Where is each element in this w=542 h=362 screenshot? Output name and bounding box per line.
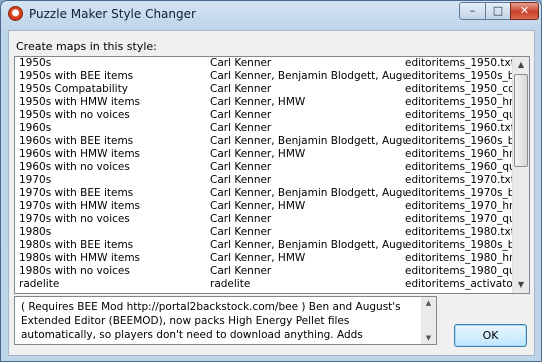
style-author-cell: Carl Kenner	[210, 226, 272, 238]
style-author-cell: Carl Kenner	[210, 57, 272, 69]
style-file-cell: editoritems_1980.txt	[405, 226, 512, 238]
style-changer-window: Puzzle Maker Style Changer – □ ✕ Create …	[0, 0, 542, 362]
scroll-up-arrow-icon[interactable]: ▲	[513, 57, 529, 73]
style-name-cell: 1960s with BEE items	[19, 135, 134, 147]
style-author-cell: Carl Kenner, Benjamin Blodgett, August L…	[210, 239, 406, 251]
style-author-cell: Carl Kenner	[210, 122, 272, 134]
description-scroll-down-icon[interactable]: ▼	[421, 334, 436, 342]
style-author-cell: Carl Kenner, HMW	[210, 148, 306, 160]
style-file-cell: editoritems_1950.txt	[405, 57, 512, 69]
style-description-text: ( Requires BEE Mod http://portal2backsto…	[21, 301, 401, 344]
styles-list-scrollbar[interactable]: ▲ ▼	[512, 57, 529, 293]
style-file-cell: editoritems_1950s_bee	[405, 70, 512, 82]
styles-list-label: Create maps in this style:	[16, 40, 157, 53]
style-author-cell: Carl Kenner	[210, 174, 272, 186]
style-file-cell: editoritems_1980_quie	[405, 265, 512, 277]
style-author-cell: Carl Kenner, HMW	[210, 252, 306, 264]
style-row[interactable]: 1980s with BEE items Carl Kenner, Benjami…	[15, 239, 512, 252]
minimize-button[interactable]: –	[459, 2, 486, 20]
close-button[interactable]: ✕	[510, 2, 539, 20]
style-author-cell: Carl Kenner	[210, 213, 272, 225]
description-scrollbar[interactable]: ▲ ▼	[421, 297, 436, 344]
style-row[interactable]: 1960s with HMW items Carl Kenner, HMW edit…	[15, 148, 512, 161]
style-name-cell: 1980s with BEE items	[19, 239, 134, 251]
style-description-box[interactable]: ( Requires BEE Mod http://portal2backsto…	[14, 296, 437, 345]
style-name-cell: 1950s	[19, 57, 52, 69]
style-row[interactable]: 1980s with HMW items Carl Kenner, HMW edit…	[15, 252, 512, 265]
style-file-cell: editoritems_1970_quie	[405, 213, 512, 225]
style-file-cell: editoritems_activator	[405, 278, 512, 290]
description-scroll-up-icon[interactable]: ▲	[421, 299, 436, 307]
style-name-cell: 1980s with HMW items	[19, 252, 141, 264]
style-row[interactable]: 1950s Compatability Carl Kenner editoritem…	[15, 83, 512, 96]
dialog-client-area: Create maps in this style: 1950s Carl Ken…	[8, 30, 535, 356]
style-name-cell: 1950s with BEE items	[19, 70, 134, 82]
style-author-cell: Carl Kenner, Benjamin Blodgett, August L…	[210, 135, 406, 147]
style-row[interactable]: 1950s with HMW items Carl Kenner, HMW edit…	[15, 96, 512, 109]
style-file-cell: editoritems_1980_hmw	[405, 252, 512, 264]
style-row[interactable]: 1980s Carl Kenner editoritems_1980.txt	[15, 226, 512, 239]
style-author-cell: Carl Kenner, HMW	[210, 200, 306, 212]
style-author-cell: Carl Kenner, Benjamin Blodgett, August L…	[210, 70, 406, 82]
style-file-cell: editoritems_1960_quie	[405, 161, 512, 173]
style-row[interactable]: 1980s with no voices Carl Kenner editorite…	[15, 265, 512, 278]
style-file-cell: editoritems_1970_hmw	[405, 200, 512, 212]
style-file-cell: editoritems_1950_com	[405, 83, 512, 95]
style-author-cell: Carl Kenner, HMW	[210, 96, 306, 108]
style-author-cell: radelite	[210, 278, 251, 290]
style-row[interactable]: 1960s Carl Kenner editoritems_1960.txt	[15, 122, 512, 135]
style-author-cell: Carl Kenner	[210, 265, 272, 277]
scroll-down-arrow-icon[interactable]: ▼	[513, 277, 529, 293]
style-name-cell: 1970s	[19, 174, 52, 186]
styles-rows: 1950s Carl Kenner editoritems_1950.txt 1950…	[15, 57, 512, 293]
style-row[interactable]: 1960s with BEE items Carl Kenner, Benjami…	[15, 135, 512, 148]
style-name-cell: 1970s with BEE items	[19, 187, 134, 199]
style-row[interactable]: 1970s Carl Kenner editoritems_1970.txt	[15, 174, 512, 187]
style-name-cell: 1960s with no voices	[19, 161, 130, 173]
maximize-button[interactable]: □	[485, 2, 511, 20]
style-row[interactable]: 1960s with no voices Carl Kenner editorite…	[15, 161, 512, 174]
style-author-cell: Carl Kenner	[210, 161, 272, 173]
style-row[interactable]: 1970s with BEE items Carl Kenner, Benjami…	[15, 187, 512, 200]
style-name-cell: 1980s	[19, 226, 52, 238]
window-title: Puzzle Maker Style Changer	[29, 7, 196, 21]
style-name-cell: 1960s with HMW items	[19, 148, 141, 160]
style-file-cell: editoritems_1950_hmw	[405, 96, 512, 108]
style-row[interactable]: 1970s with no voices Carl Kenner editorite…	[15, 213, 512, 226]
style-author-cell: Carl Kenner	[210, 109, 272, 121]
styles-listbox[interactable]: 1950s Carl Kenner editoritems_1950.txt 1950…	[14, 56, 530, 294]
style-row[interactable]: 1950s with no voices Carl Kenner editorite…	[15, 109, 512, 122]
style-row[interactable]: 1950s Carl Kenner editoritems_1950.txt	[15, 57, 512, 70]
style-row[interactable]: 1950s with BEE items Carl Kenner, Benjami…	[15, 70, 512, 83]
style-file-cell: editoritems_1980s_bee	[405, 239, 512, 251]
style-row[interactable]: 1970s with HMW items Carl Kenner, HMW edit…	[15, 200, 512, 213]
style-file-cell: editoritems_1970s_bee	[405, 187, 512, 199]
style-file-cell: editoritems_1970.txt	[405, 174, 512, 186]
ok-button[interactable]: OK	[454, 324, 527, 347]
scroll-thumb[interactable]	[514, 74, 528, 167]
app-icon	[8, 6, 23, 21]
style-author-cell: Carl Kenner	[210, 83, 272, 95]
style-file-cell: editoritems_1960.txt	[405, 122, 512, 134]
style-name-cell: 1970s with HMW items	[19, 200, 141, 212]
style-file-cell: editoritems_1950_quie	[405, 109, 512, 121]
style-name-cell: 1950s with HMW items	[19, 96, 141, 108]
style-name-cell: 1960s	[19, 122, 52, 134]
style-row[interactable]: radelite radelite editoritems_activator	[15, 278, 512, 291]
style-file-cell: editoritems_1960s_bee	[405, 135, 512, 147]
style-name-cell: 1970s with no voices	[19, 213, 130, 225]
style-name-cell: 1950s Compatability	[19, 83, 128, 95]
style-file-cell: editoritems_1960_hmw	[405, 148, 512, 160]
style-name-cell: radelite	[19, 278, 60, 290]
style-name-cell: 1950s with no voices	[19, 109, 130, 121]
style-author-cell: Carl Kenner, Benjamin Blodgett, August L…	[210, 187, 406, 199]
style-name-cell: 1980s with no voices	[19, 265, 130, 277]
title-bar[interactable]: Puzzle Maker Style Changer – □ ✕	[1, 1, 541, 29]
